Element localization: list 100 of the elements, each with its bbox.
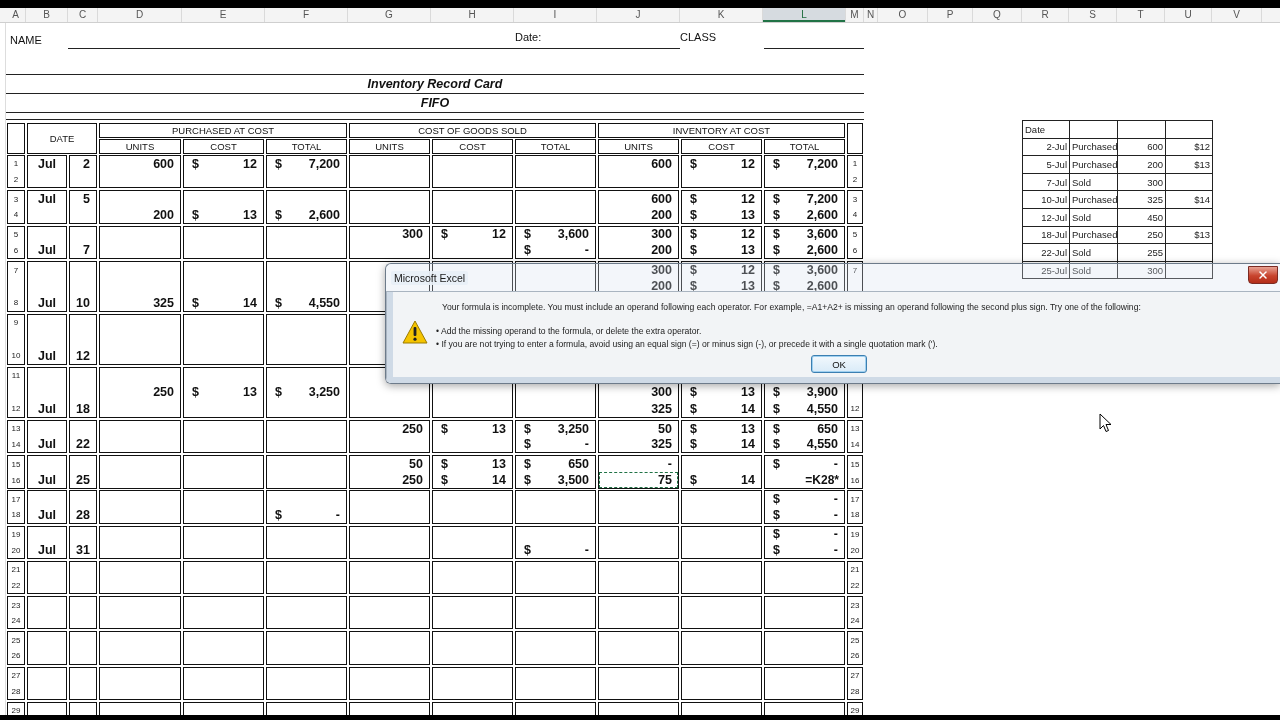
close-button[interactable] <box>1248 265 1278 284</box>
table-cell: 255 <box>1118 244 1165 261</box>
currency-symbol: $ <box>690 243 697 258</box>
cell-value: 13 <box>243 207 257 222</box>
table-cell <box>69 631 97 665</box>
cell-value: 13 <box>741 385 755 400</box>
row-number: 3 <box>852 194 858 204</box>
row-number: 16 <box>850 475 860 485</box>
table-cell <box>27 560 67 595</box>
column-subheader: TOTAL <box>764 139 845 154</box>
currency-symbol: $ <box>275 207 282 222</box>
row-number: 6 <box>13 245 19 255</box>
column-header[interactable]: A <box>6 8 26 22</box>
selected-cell[interactable]: 75 <box>599 472 678 488</box>
column-header[interactable]: R <box>1022 8 1069 22</box>
table-cell <box>1118 121 1165 138</box>
date-label: Date: <box>515 30 543 43</box>
column-header[interactable]: S <box>1069 8 1117 22</box>
table-cell: $12 <box>1166 138 1212 156</box>
cell-value: 250 <box>153 385 174 400</box>
table-cell <box>1166 121 1212 138</box>
cell-value: 3,600 <box>557 227 589 242</box>
column-header[interactable]: V <box>1212 8 1262 22</box>
month-text: Jul <box>38 243 57 258</box>
row-number: 29 <box>11 706 21 715</box>
ok-button[interactable]: OK <box>811 355 867 373</box>
column-subheader: COST <box>681 139 762 154</box>
currency-symbol: $ <box>773 421 780 436</box>
cell-value: 12 <box>492 227 506 242</box>
month-text: Jul <box>38 156 57 171</box>
month-text: Jul <box>38 473 57 487</box>
cell-value: 12 <box>243 156 257 171</box>
row-number: 1 <box>13 159 19 169</box>
currency-symbol: $ <box>690 279 697 294</box>
column-header[interactable]: G <box>348 8 431 22</box>
cell-value: 3,250 <box>557 421 589 436</box>
cell-value: 200 <box>153 207 174 222</box>
row-number: 18 <box>850 510 860 520</box>
column-header[interactable]: Q <box>973 8 1022 22</box>
cell-value: 13 <box>741 421 755 436</box>
row-number: 17 <box>850 494 860 504</box>
row-number: 24 <box>850 616 860 626</box>
row-number: 17 <box>11 494 21 504</box>
currency-symbol: $ <box>773 385 780 400</box>
row-number: 14 <box>11 439 21 449</box>
column-header[interactable]: P <box>928 8 973 22</box>
column-header[interactable]: D <box>98 8 182 22</box>
table-cell: Sold <box>1070 173 1117 191</box>
row-number: 22 <box>11 580 21 590</box>
bullet-item: • If you are not trying to enter a formula, avoid using an equal sign (=) or minus sign (-), or precede it with a single quotation mark ('). <box>436 339 938 349</box>
column-header[interactable]: L <box>763 8 846 22</box>
row-number: 21 <box>850 565 860 575</box>
day-text: 5 <box>83 192 90 207</box>
cell-value: 14 <box>741 473 755 487</box>
cell-value: 7,200 <box>806 192 838 207</box>
column-header[interactable]: I <box>514 8 597 22</box>
cell-value: 12 <box>741 263 755 278</box>
table-cell: 600 <box>1118 138 1165 156</box>
column-header[interactable]: E <box>182 8 265 22</box>
row-number: 19 <box>850 529 860 539</box>
cell-value: 300 <box>651 385 672 400</box>
cell-value: 3,500 <box>557 473 589 487</box>
month-text: Jul <box>38 348 57 363</box>
cell-value: - <box>584 543 589 558</box>
row-number: 12 <box>850 404 860 414</box>
row-number: 15 <box>11 459 21 469</box>
currency-symbol: $ <box>275 295 282 310</box>
column-header[interactable]: M <box>846 8 864 22</box>
currency-symbol: $ <box>192 207 199 222</box>
table-cell: 325 <box>1118 191 1165 208</box>
table-cell: 7-Jul <box>1023 173 1069 191</box>
row-number: 21 <box>11 565 21 575</box>
table-cell: 250 <box>1118 226 1165 244</box>
column-header[interactable]: O <box>878 8 928 22</box>
currency-symbol: $ <box>773 227 780 242</box>
cell-value: 2,600 <box>806 279 838 294</box>
table-cell <box>27 666 67 701</box>
row-number: 18 <box>11 510 21 520</box>
table-cell <box>1070 121 1117 138</box>
month-text: Jul <box>38 507 57 522</box>
column-header[interactable]: F <box>265 8 348 22</box>
column-header[interactable]: B <box>26 8 68 22</box>
column-header[interactable]: N <box>864 8 878 22</box>
cell-value: 600 <box>153 156 174 171</box>
column-header[interactable]: C <box>68 8 98 22</box>
cell-value: 13 <box>741 279 755 294</box>
table-cell <box>69 560 97 595</box>
row-number: 29 <box>850 706 860 715</box>
column-header[interactable]: H <box>431 8 514 22</box>
cell-value: 325 <box>153 295 174 310</box>
row-number: 26 <box>850 651 860 661</box>
name-label: NAME <box>9 34 43 48</box>
cell-value: 2,600 <box>806 207 838 222</box>
column-header[interactable]: T <box>1117 8 1165 22</box>
row-number: 19 <box>11 529 21 539</box>
column-header[interactable]: U <box>1165 8 1212 22</box>
day-text: 31 <box>76 543 90 558</box>
cell-value: 7,200 <box>308 156 340 171</box>
currency-symbol: $ <box>690 227 697 242</box>
column-header[interactable]: J <box>597 8 680 22</box>
